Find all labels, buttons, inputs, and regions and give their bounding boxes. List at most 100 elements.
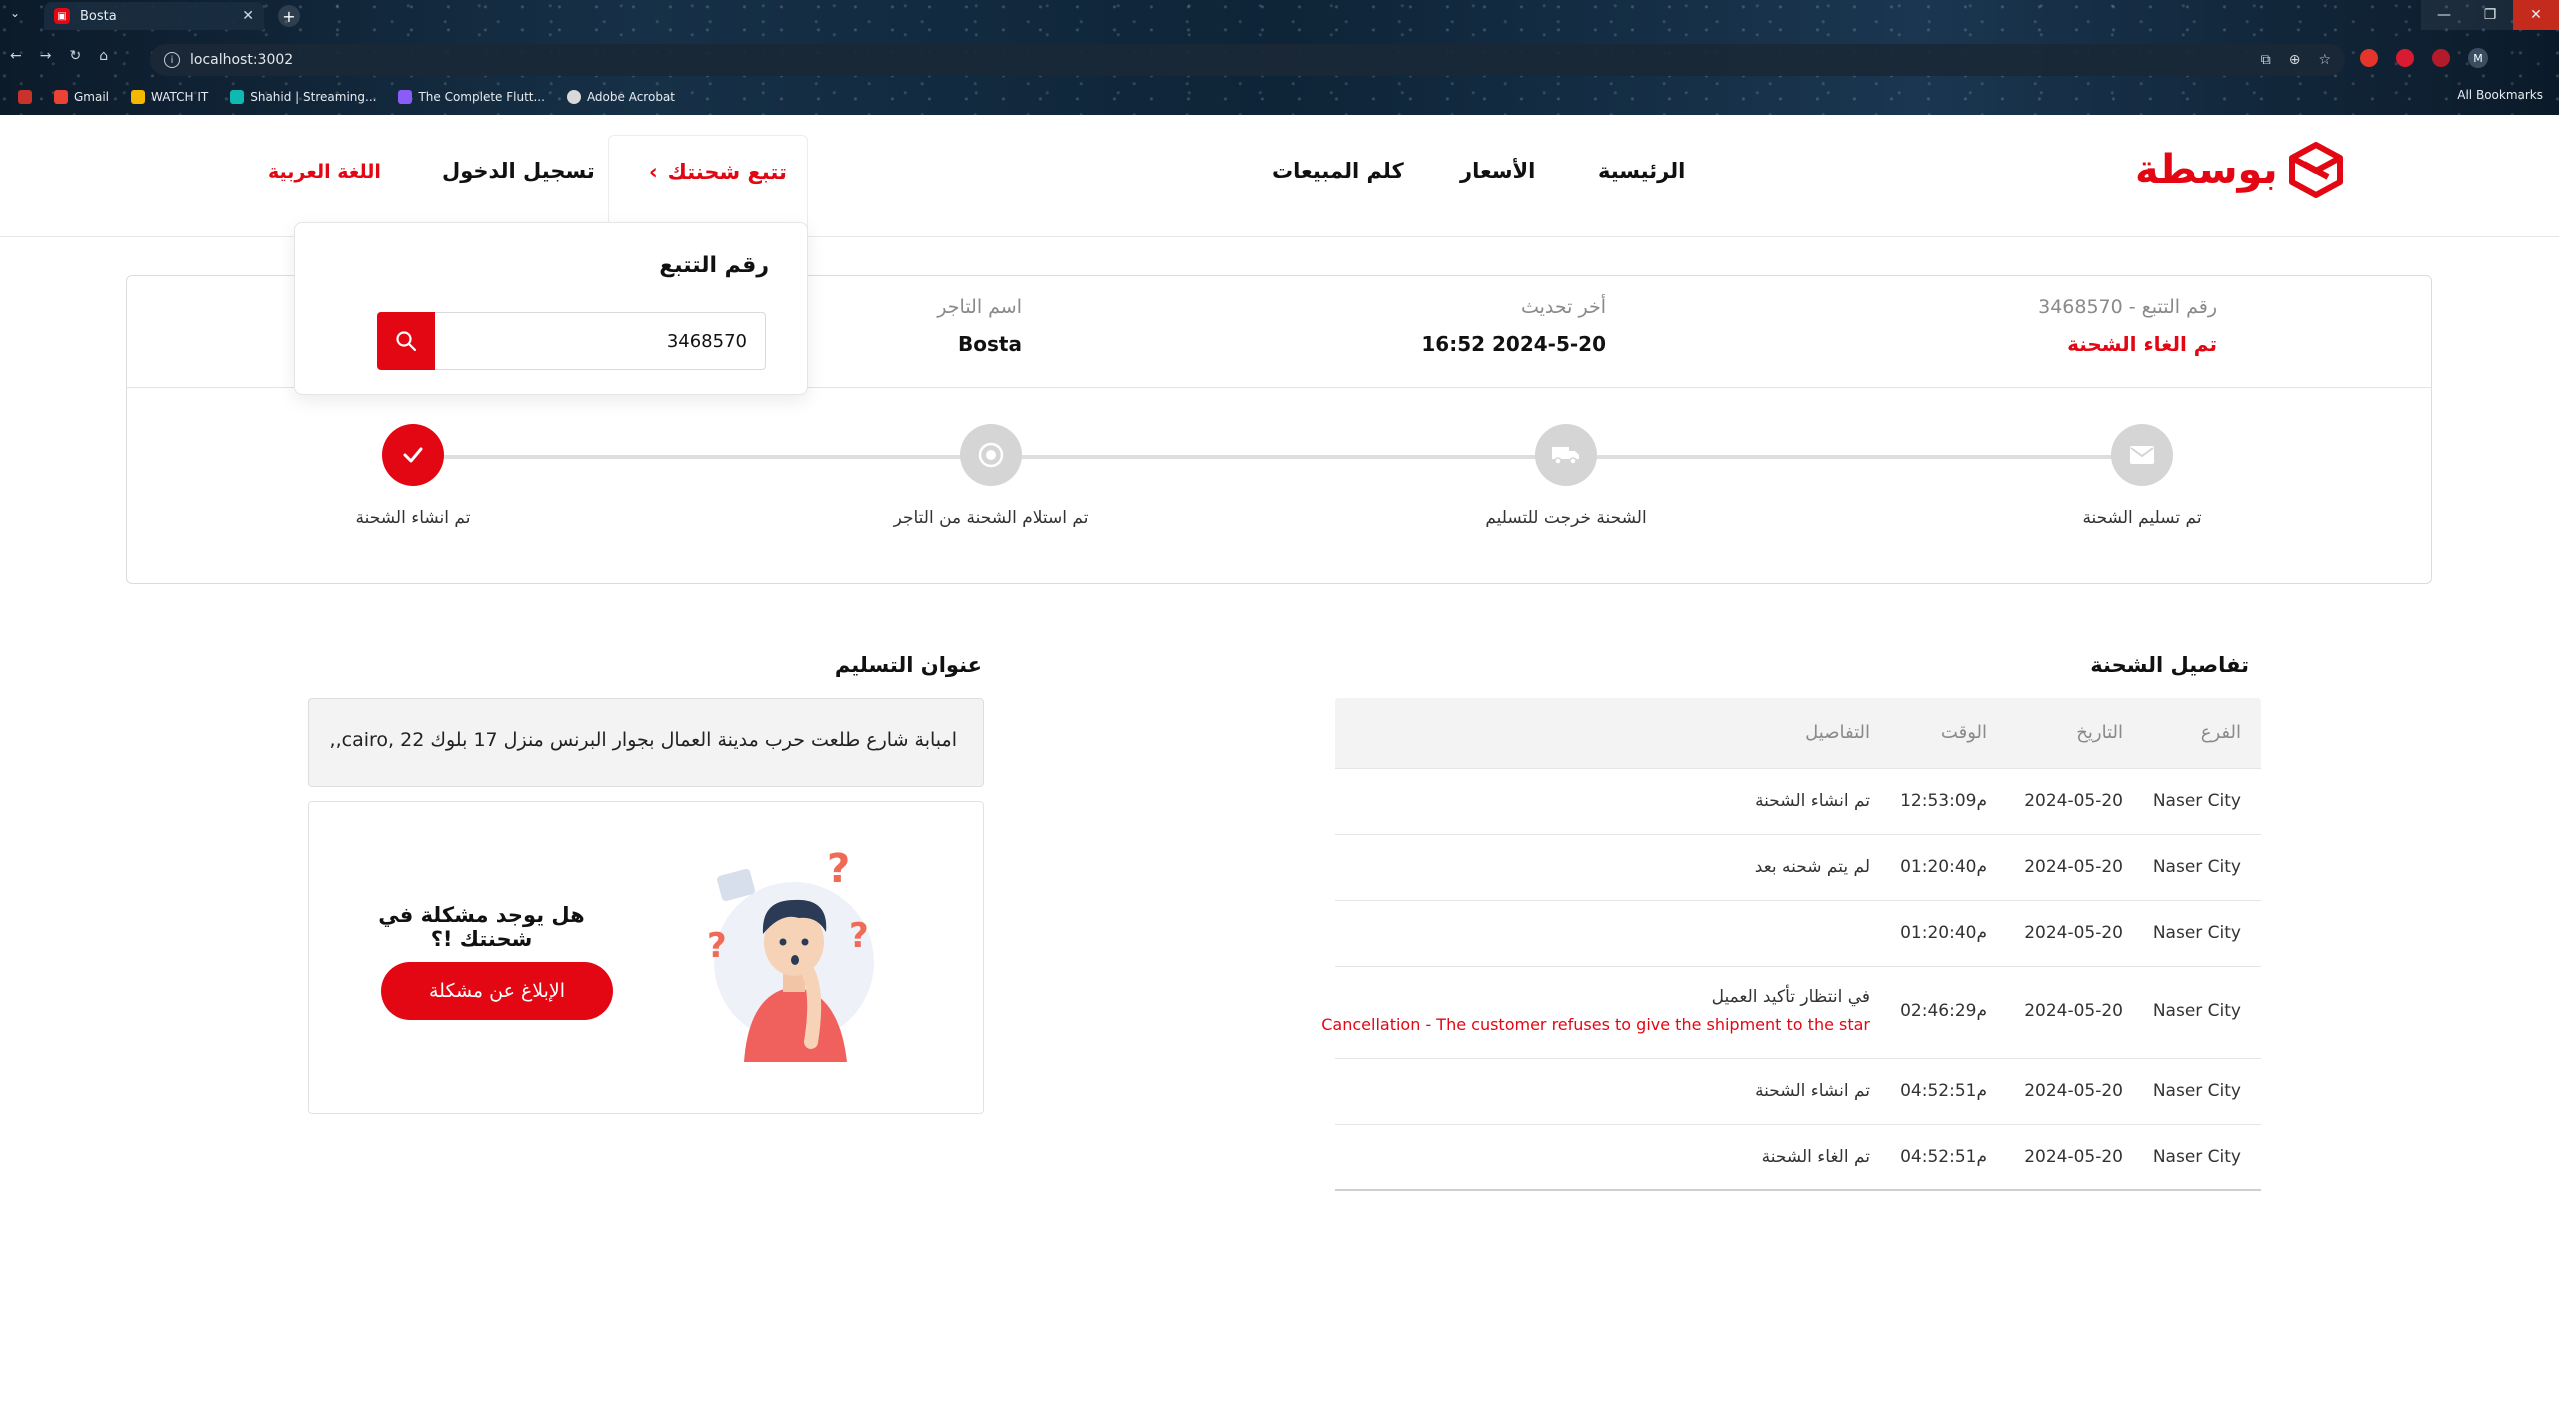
extensions-area: M <box>2360 48 2488 68</box>
svg-text:?: ? <box>849 916 869 956</box>
tab-title: Bosta <box>80 8 117 24</box>
nav-login[interactable]: تسجيل الدخول <box>442 159 595 183</box>
shipment-details-title: تفاصيل الشحنة <box>2090 653 2249 677</box>
window-controls: — ❐ ✕ <box>2421 0 2559 30</box>
extension-icon[interactable] <box>2360 49 2378 67</box>
bookmark-label: Shahid | Streaming... <box>250 90 377 104</box>
tab-search-icon[interactable]: ⌄ <box>10 6 20 20</box>
table-row: Naser City 2024-05-20 01:20:40م لم يتم ش… <box>1335 835 2261 901</box>
track-label: تتبع شحنتك <box>667 160 787 184</box>
progress-track <box>417 455 2137 459</box>
cell-branch: Naser City <box>2152 923 2241 943</box>
shipment-details-table: الفرع التاريخ الوقت التفاصيل Naser City … <box>1321 698 2261 1191</box>
extension-icon[interactable] <box>2432 49 2450 67</box>
bookmark-label: The Complete Flutt... <box>418 90 545 104</box>
track-shipment-link[interactable]: ‹ تتبع شحنتك <box>649 160 787 184</box>
last-update-value: 16:52 2024-5-20 <box>1421 332 1606 356</box>
cell-time: 02:46:29م <box>1900 1001 1987 1021</box>
tab-strip: ⌄ ▣ Bosta ✕ + — ❐ ✕ <box>0 0 2559 30</box>
header-time: الوقت <box>1940 722 1987 743</box>
nav-track-shipment[interactable]: ‹ تتبع شحنتك <box>608 135 808 230</box>
apps-icon[interactable] <box>18 90 32 104</box>
bookmark-star-icon[interactable]: ☆ <box>2318 52 2331 68</box>
merchant-label: اسم التاجر <box>937 296 1022 318</box>
header-date: التاريخ <box>2076 722 2123 743</box>
tracking-search-box <box>377 312 766 370</box>
tracking-dropdown: رقم التتبع <box>294 222 808 395</box>
dropdown-title: رقم التتبع <box>659 253 769 278</box>
search-button[interactable] <box>377 312 435 370</box>
nav-home[interactable]: الرئيسية <box>1598 159 1685 183</box>
table-row: Naser City 2024-05-20 12:53:09م تم انشاء… <box>1335 769 2261 835</box>
bookmark-item[interactable]: Shahid | Streaming... <box>230 90 376 104</box>
details-text: في انتظار تأكيد العميل <box>1711 987 1870 1007</box>
bookmark-item[interactable]: The Complete Flutt... <box>398 90 545 104</box>
back-icon[interactable]: ← <box>10 48 22 64</box>
cell-date: 2024-05-20 <box>2024 791 2123 811</box>
cell-date: 2024-05-20 <box>2024 923 2123 943</box>
nav-contact-sales[interactable]: كلم المبيعات <box>1272 159 1404 183</box>
cell-details: تم انشاء الشحنة <box>1755 1081 1870 1101</box>
bookmark-item[interactable]: Gmail <box>54 90 109 104</box>
site-header: بوسطة الرئيسية الأسعار كلم المبيعات ‹ تت… <box>0 115 2559 237</box>
zoom-icon[interactable]: ⊕ <box>2289 52 2301 68</box>
cell-branch: Naser City <box>2152 1081 2241 1101</box>
table-row: Naser City 2024-05-20 04:52:51م تم انشاء… <box>1335 1059 2261 1125</box>
step-delivered: تم تسليم الشحنة <box>2012 424 2272 528</box>
all-bookmarks[interactable]: All Bookmarks <box>2457 88 2543 102</box>
step-received: تم استلام الشحنة من التاجر <box>861 424 1121 528</box>
svg-text:?: ? <box>707 926 727 966</box>
window-close-icon[interactable]: ✕ <box>2513 0 2559 30</box>
step-circle <box>382 424 444 486</box>
restore-icon[interactable]: ❐ <box>2467 0 2513 30</box>
address-bar[interactable]: i localhost:3002 ⧉ ⊕ ☆ <box>150 44 2345 76</box>
step-circle <box>2111 424 2173 486</box>
cell-time: 12:53:09م <box>1900 791 1987 811</box>
header-details: التفاصيل <box>1805 722 1870 743</box>
step-created: تم انشاء الشحنة <box>283 424 543 528</box>
site-info-icon[interactable]: i <box>164 52 180 68</box>
new-tab-icon[interactable]: + <box>278 5 300 27</box>
merchant-info: اسم التاجر Bosta <box>937 296 1022 356</box>
nav-buttons: ← → ↻ ⌂ <box>10 48 108 64</box>
shipment-status-value: تم الغاء الشحنة <box>2067 332 2217 356</box>
url-text[interactable]: localhost:3002 <box>190 52 293 68</box>
browser-chrome: ⌄ ▣ Bosta ✕ + — ❐ ✕ ← → ↻ ⌂ i localhost:… <box>0 0 2559 115</box>
confused-person-illustration: ? ? ? <box>707 846 874 1062</box>
logo-text: بوسطة <box>2135 147 2278 193</box>
nav-prices[interactable]: الأسعار <box>1460 159 1535 183</box>
mail-icon <box>2130 446 2154 464</box>
cell-date: 2024-05-20 <box>2024 1001 2123 1021</box>
bosta-favicon-icon: ▣ <box>54 8 70 24</box>
step-label: الشحنة خرجت للتسليم <box>1485 508 1647 528</box>
profile-avatar[interactable]: M <box>2468 48 2488 68</box>
table-row: Naser City 2024-05-20 02:46:29م في انتظا… <box>1321 967 2261 1059</box>
bookmark-item[interactable]: Adobe Acrobat <box>566 90 675 104</box>
tracking-number-input[interactable] <box>378 313 765 369</box>
bookmark-label: Adobe Acrobat <box>586 90 675 104</box>
reload-icon[interactable]: ↻ <box>69 48 81 64</box>
cell-branch: Naser City <box>2152 857 2241 877</box>
step-circle <box>960 424 1022 486</box>
report-problem-card: ? ? ? هل يوجد مشكلة في شحنتك !؟ الإبلاغ … <box>308 801 984 1114</box>
minimize-icon[interactable]: — <box>2421 0 2467 30</box>
problem-question: هل يوجد مشكلة في شحنتك !؟ <box>378 903 585 951</box>
bookmark-item[interactable]: WATCH IT <box>131 90 208 104</box>
bookmark-label: WATCH IT <box>151 90 209 104</box>
svg-text:?: ? <box>827 846 850 892</box>
home-icon[interactable]: ⌂ <box>99 48 108 64</box>
install-app-icon[interactable]: ⧉ <box>2261 52 2271 68</box>
report-problem-button[interactable]: الإبلاغ عن مشكلة <box>381 962 613 1020</box>
step-out-for-delivery: الشحنة خرجت للتسليم <box>1436 424 1696 528</box>
close-tab-icon[interactable]: ✕ <box>242 8 254 24</box>
browser-toolbar: ← → ↻ ⌂ i localhost:3002 ⧉ ⊕ ☆ M <box>0 40 2559 76</box>
check-icon <box>403 447 423 463</box>
step-label: تم تسليم الشحنة <box>2082 508 2202 528</box>
browser-tab[interactable]: ▣ Bosta ✕ <box>44 2 264 30</box>
cell-time: 04:52:51م <box>1900 1081 1987 1101</box>
last-update-info: أخر تحديث 16:52 2024-5-20 <box>1421 296 1606 356</box>
forward-icon[interactable]: → <box>40 48 52 64</box>
bosta-logo[interactable]: بوسطة <box>2135 142 2344 198</box>
extension-icon[interactable] <box>2396 49 2414 67</box>
language-switch[interactable]: اللغة العربية <box>268 161 381 183</box>
